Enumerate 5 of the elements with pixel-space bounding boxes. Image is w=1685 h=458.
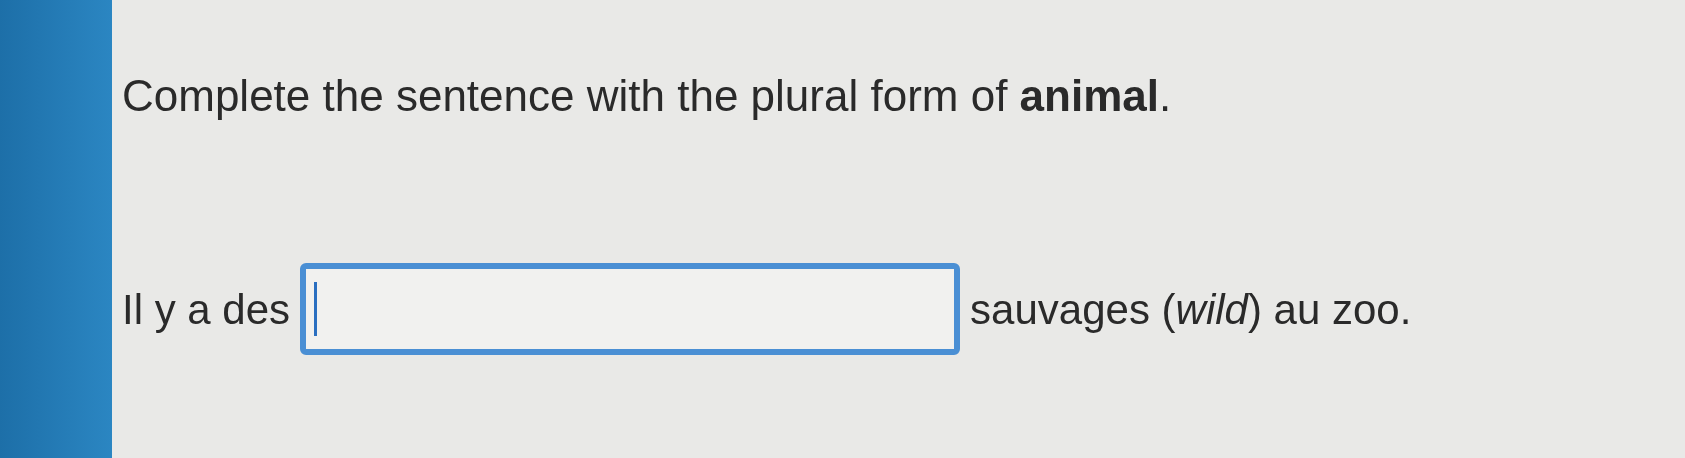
sentence-start: Il y a des xyxy=(122,284,291,335)
sentence-end: sauvages (wild) au zoo. xyxy=(970,284,1412,335)
text-cursor xyxy=(314,282,318,336)
answer-field[interactable] xyxy=(300,263,961,355)
question-prompt: Complete the sentence with the plural form of animal. xyxy=(122,70,1173,122)
